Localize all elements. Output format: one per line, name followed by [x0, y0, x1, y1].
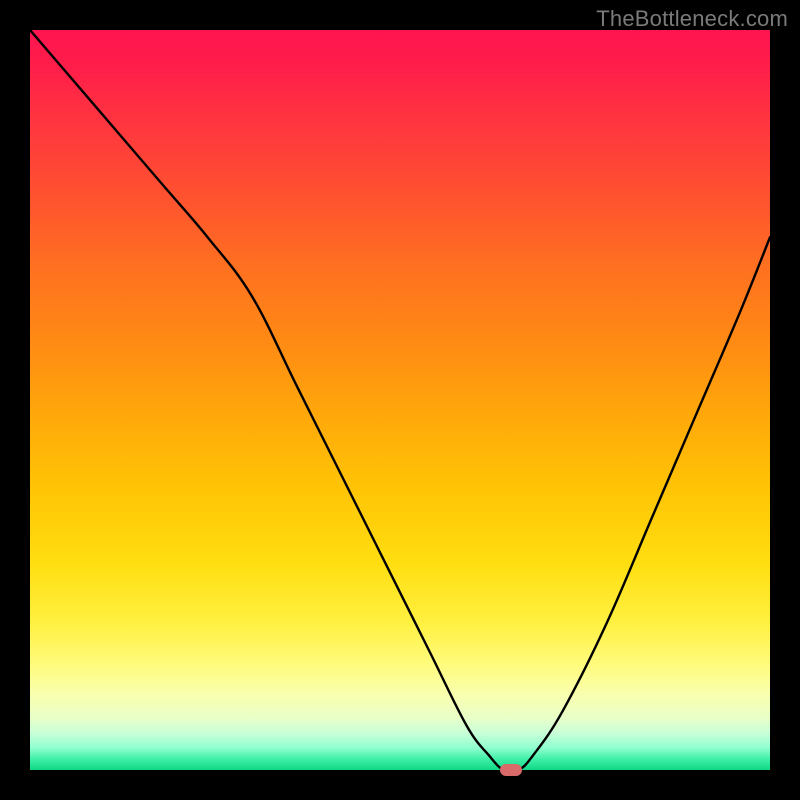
watermark-text: TheBottleneck.com: [596, 6, 788, 32]
curve-svg: [30, 30, 770, 770]
optimal-marker: [500, 764, 522, 776]
plot-area: [30, 30, 770, 770]
chart-container: TheBottleneck.com: [0, 0, 800, 800]
bottleneck-curve: [30, 30, 770, 770]
